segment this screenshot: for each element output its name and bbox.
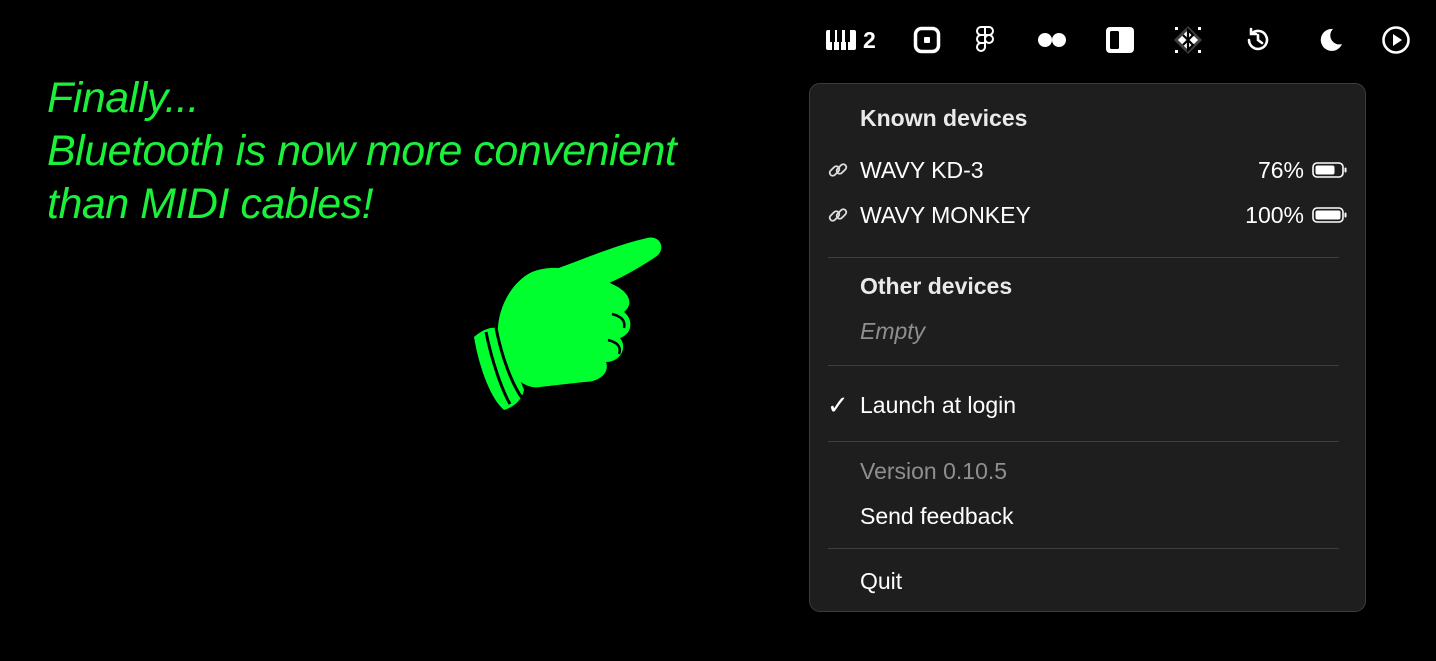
figma-icon — [976, 26, 994, 52]
other-devices-header: Other devices — [810, 266, 1365, 306]
two-dots-status-item[interactable] — [1037, 22, 1067, 58]
promo-text: Finally... Bluetooth is now more conveni… — [47, 72, 677, 231]
link-icon — [828, 163, 848, 177]
device-name: WAVY KD-3 — [860, 156, 984, 183]
moon-icon — [1320, 28, 1342, 51]
promo-line-3: than MIDI cables! — [47, 180, 374, 228]
device-row-1[interactable]: WAVY MONKEY 100% — [810, 195, 1365, 235]
dark-mode-status-item[interactable] — [1316, 22, 1344, 58]
bluetooth-pattern-status-item[interactable] — [1172, 22, 1204, 58]
other-devices-label: Other devices — [860, 272, 1013, 299]
battery-icon — [1312, 207, 1347, 223]
play-status-item[interactable] — [1381, 22, 1411, 58]
figma-status-item[interactable] — [975, 22, 995, 58]
send-feedback-item[interactable]: Send feedback — [810, 496, 1365, 536]
history-clock-icon — [1247, 27, 1269, 51]
pointing-hand-icon — [474, 237, 662, 410]
menu-divider — [828, 548, 1339, 549]
bluetooth-pattern-icon — [1174, 26, 1202, 54]
device-row-0[interactable]: WAVY KD-3 76% — [810, 150, 1365, 190]
checkmark-icon: ✓ — [827, 389, 849, 420]
menu-bar: 2 — [0, 0, 1436, 80]
bluetooth-midi-menu: Known devices WAVY KD-3 76% WAVY MONKEY … — [809, 83, 1366, 612]
known-devices-header: Known devices — [810, 98, 1365, 138]
piano-keys-icon — [826, 30, 856, 50]
version-item: Version 0.10.5 — [810, 451, 1365, 491]
send-feedback-label: Send feedback — [860, 502, 1014, 529]
sidebar-panel-icon — [1106, 27, 1134, 53]
device-name: WAVY MONKEY — [860, 201, 1031, 228]
two-dots-icon — [1038, 33, 1066, 47]
menu-divider — [828, 257, 1339, 258]
promo-line-1: Finally... — [47, 74, 199, 122]
menu-divider — [828, 365, 1339, 366]
other-devices-empty: Empty — [810, 311, 1365, 351]
battery-icon — [1312, 162, 1347, 178]
launch-at-login-item[interactable]: ✓ Launch at login — [810, 385, 1365, 425]
history-status-item[interactable] — [1244, 22, 1272, 58]
known-devices-label: Known devices — [860, 104, 1028, 131]
play-circle-icon — [1382, 26, 1410, 54]
quit-item[interactable]: Quit — [810, 561, 1365, 601]
stop-square-status-item[interactable] — [913, 22, 941, 58]
promo-line-2: Bluetooth is now more convenient — [47, 127, 677, 175]
menu-divider — [828, 441, 1339, 442]
piano-device-count: 2 — [863, 26, 876, 53]
empty-label: Empty — [860, 317, 926, 344]
quit-label: Quit — [860, 567, 903, 594]
piano-status-item[interactable]: 2 — [825, 22, 876, 58]
stop-square-icon — [913, 26, 941, 54]
device-battery-percent: 76% — [1257, 156, 1304, 183]
version-label: Version 0.10.5 — [860, 457, 1008, 484]
launch-at-login-label: Launch at login — [860, 391, 1017, 418]
link-icon — [828, 208, 848, 222]
sidebar-panel-status-item[interactable] — [1105, 22, 1135, 58]
device-battery-percent: 100% — [1245, 201, 1304, 228]
